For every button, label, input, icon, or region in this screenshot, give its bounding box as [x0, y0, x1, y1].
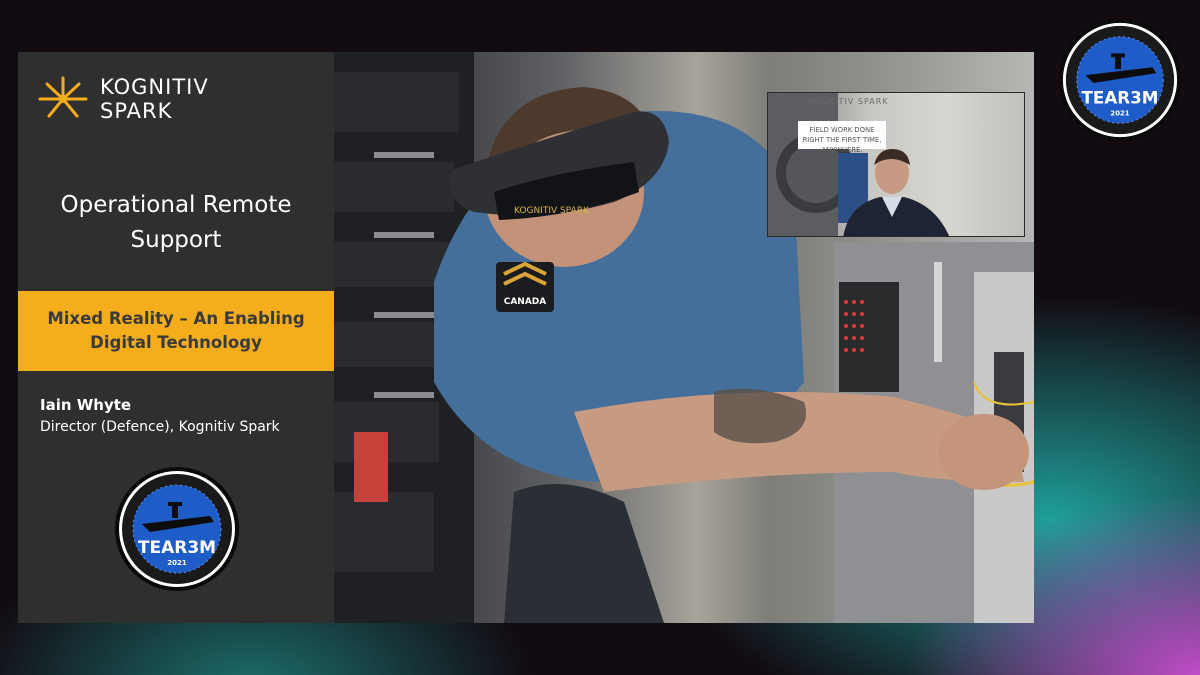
slide-panel: KOGNITIV SPARK Operational Remote Suppor… — [18, 52, 334, 623]
subtitle-band: Mixed Reality – An Enabling Digital Tech… — [18, 291, 334, 371]
badge-name: TEAR3M — [138, 538, 216, 558]
headset-label: KOGNITIV SPARK — [514, 206, 590, 216]
speaker-name: Iain Whyte — [40, 396, 132, 414]
webcam-logo-text: KOGNITIV SPARK — [808, 97, 889, 106]
webcam-scene — [768, 93, 950, 236]
badge-year: 2021 — [167, 559, 187, 567]
corner-badge-name: TEAR3M — [1082, 88, 1159, 108]
slide-subtitle: Mixed Reality – An Enabling Digital Tech… — [47, 309, 305, 352]
webcam-tagline: FIELD WORK DONE RIGHT THE FIRST TIME, AN… — [798, 121, 886, 154]
brand-line-2: SPARK — [100, 99, 173, 123]
corner-badge-year: 2021 — [1110, 109, 1129, 117]
webcam-feed: KOGNITIV SPARK FIELD WORK DONE RIGHT THE… — [767, 92, 1025, 237]
speaker-role: Director (Defence), Kognitiv Spark — [40, 419, 280, 435]
brand-line-1: KOGNITIV — [100, 75, 209, 99]
slide-title: Operational Remote Support — [60, 192, 292, 253]
brand-wordmark: KOGNITIV SPARK — [100, 75, 230, 123]
tear3m-badge: TEAR3M 2021 — [115, 467, 239, 591]
shoulder-label: CANADA — [504, 297, 547, 307]
spark-icon — [38, 76, 88, 118]
tear3m-corner-badge: TEAR3M 2021 — [1058, 18, 1182, 142]
brand-logo: KOGNITIV SPARK — [32, 70, 230, 128]
